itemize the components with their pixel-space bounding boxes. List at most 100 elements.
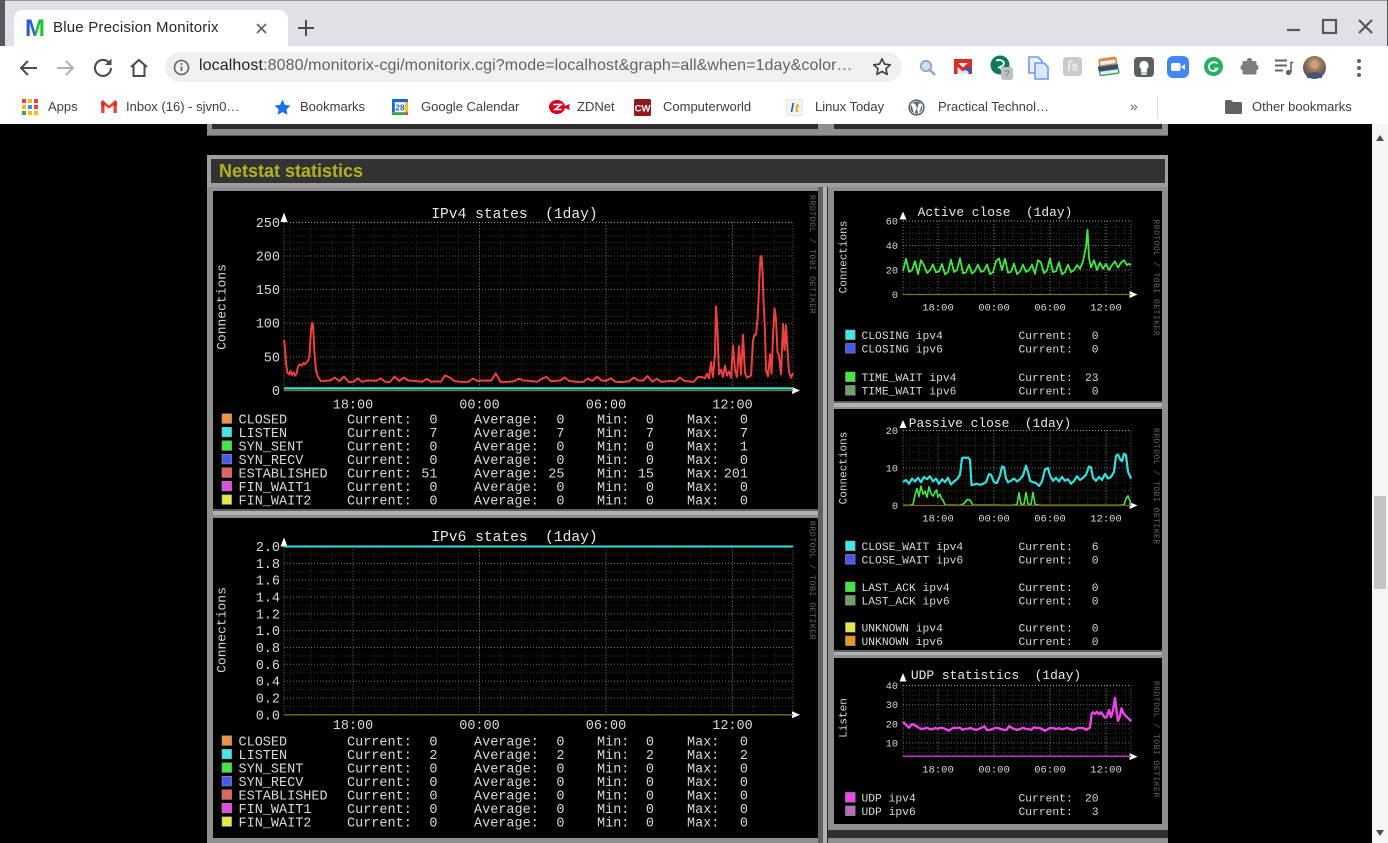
- svg-text:0: 0: [556, 495, 564, 510]
- svg-text:12:00: 12:00: [1090, 303, 1122, 315]
- svg-text:Current:: Current:: [347, 817, 412, 832]
- svg-text:0: 0: [892, 502, 898, 513]
- svg-text:Max:: Max:: [687, 495, 719, 510]
- svg-text:0.2: 0.2: [256, 692, 280, 707]
- svg-text:0.0: 0.0: [256, 709, 280, 724]
- svg-text:0: 0: [646, 495, 654, 510]
- svg-text:1.8: 1.8: [256, 558, 280, 573]
- svg-text:1.0: 1.0: [256, 625, 280, 640]
- svg-text:LAST_ACK ipv6: LAST_ACK ipv6: [862, 597, 950, 609]
- svg-text:IPv6 states (1day): IPv6 states (1day): [431, 530, 597, 546]
- svg-text:Listen: Listen: [839, 698, 851, 738]
- svg-text:CLOSE_WAIT ipv4: CLOSE_WAIT ipv4: [862, 542, 964, 554]
- svg-text:TIME_WAIT ipv6: TIME_WAIT ipv6: [862, 387, 957, 399]
- svg-text:30: 30: [886, 701, 898, 712]
- svg-text:Current:: Current:: [347, 495, 412, 510]
- svg-text:1.6: 1.6: [256, 575, 280, 590]
- svg-text:3: 3: [1092, 807, 1099, 819]
- svg-text:6: 6: [1092, 542, 1099, 554]
- svg-text:CLOSE_WAIT ipv6: CLOSE_WAIT ipv6: [862, 556, 964, 568]
- svg-text:18:00: 18:00: [922, 303, 954, 315]
- svg-text:UNKNOWN ipv6: UNKNOWN ipv6: [862, 637, 944, 649]
- svg-text:1.4: 1.4: [256, 591, 280, 606]
- svg-text:Average:: Average:: [474, 817, 539, 832]
- svg-text:Connections: Connections: [215, 264, 230, 350]
- svg-text:0: 0: [556, 817, 564, 832]
- svg-text:Current:: Current:: [1019, 345, 1073, 357]
- svg-text:1.2: 1.2: [256, 608, 280, 623]
- svg-text:0.8: 0.8: [256, 642, 280, 657]
- svg-text:00:00: 00:00: [978, 765, 1010, 777]
- svg-text:18:00: 18:00: [333, 719, 374, 734]
- svg-text:RRDTOOL / TOBI OETIKER: RRDTOOL / TOBI OETIKER: [1151, 428, 1160, 545]
- svg-text:100: 100: [256, 318, 280, 333]
- svg-text:2.0: 2.0: [256, 541, 280, 556]
- svg-text:RRDTOOL / TOBI OETIKER: RRDTOOL / TOBI OETIKER: [1151, 220, 1160, 337]
- svg-text:20: 20: [886, 427, 898, 438]
- svg-text:0: 0: [892, 291, 898, 302]
- svg-text:Current:: Current:: [1019, 807, 1073, 819]
- svg-text:Current:: Current:: [1019, 637, 1073, 649]
- svg-text:LAST_ACK ipv4: LAST_ACK ipv4: [862, 583, 950, 595]
- svg-text:Current:: Current:: [1019, 331, 1073, 343]
- svg-text:Current:: Current:: [1019, 597, 1073, 609]
- svg-text:0: 0: [429, 817, 437, 832]
- svg-text:UNKNOWN ipv4: UNKNOWN ipv4: [862, 624, 944, 636]
- svg-text:06:00: 06:00: [1034, 765, 1066, 777]
- svg-text:Current:: Current:: [1019, 373, 1073, 385]
- svg-text:Min:: Min:: [597, 817, 629, 832]
- svg-text:Min:: Min:: [597, 495, 629, 510]
- svg-text:RRDTOOL / TOBI OETIKER: RRDTOOL / TOBI OETIKER: [807, 195, 817, 314]
- svg-text:00:00: 00:00: [978, 303, 1010, 315]
- svg-text:0: 0: [429, 495, 437, 510]
- svg-text:0: 0: [1092, 387, 1099, 399]
- svg-text:60: 60: [886, 218, 898, 229]
- svg-text:12:00: 12:00: [712, 719, 753, 734]
- svg-text:06:00: 06:00: [1034, 303, 1066, 315]
- svg-text:00:00: 00:00: [978, 514, 1010, 526]
- svg-text:Active close (1day): Active close (1day): [918, 205, 1073, 220]
- svg-text:00:00: 00:00: [459, 399, 500, 414]
- svg-text:06:00: 06:00: [1034, 514, 1066, 526]
- svg-text:12:00: 12:00: [712, 399, 753, 414]
- svg-text:IPv4 states (1day): IPv4 states (1day): [431, 207, 597, 223]
- svg-text:UDP ipv6: UDP ipv6: [862, 807, 916, 819]
- svg-text:FIN_WAIT2: FIN_WAIT2: [239, 817, 312, 832]
- svg-text:20: 20: [1085, 794, 1099, 806]
- svg-text:Average:: Average:: [474, 495, 539, 510]
- svg-text:0.4: 0.4: [256, 676, 280, 691]
- svg-text:250: 250: [256, 217, 280, 232]
- svg-text:Connections: Connections: [839, 432, 851, 505]
- svg-text:0: 0: [1092, 624, 1099, 636]
- svg-text:TIME_WAIT ipv4: TIME_WAIT ipv4: [862, 373, 957, 385]
- svg-text:20: 20: [886, 267, 898, 278]
- svg-text:0: 0: [1092, 597, 1099, 609]
- svg-text:0: 0: [1092, 556, 1099, 568]
- svg-text:Connections: Connections: [839, 221, 851, 294]
- svg-text:12:00: 12:00: [1090, 514, 1122, 526]
- svg-text:40: 40: [886, 242, 898, 253]
- svg-text:RRDTOOL / TOBI OETIKER: RRDTOOL / TOBI OETIKER: [1151, 681, 1160, 798]
- svg-text:Current:: Current:: [1019, 794, 1073, 806]
- svg-text:0: 0: [1092, 637, 1099, 649]
- svg-text:Current:: Current:: [1019, 542, 1073, 554]
- svg-text:CLOSING ipv4: CLOSING ipv4: [862, 331, 944, 343]
- svg-text:Max:: Max:: [687, 817, 719, 832]
- svg-text:06:00: 06:00: [586, 719, 627, 734]
- svg-text:40: 40: [886, 682, 898, 693]
- svg-text:0: 0: [1092, 345, 1099, 357]
- svg-text:RRDTOOL / TOBI OETIKER: RRDTOOL / TOBI OETIKER: [807, 521, 817, 640]
- svg-text:FIN_WAIT2: FIN_WAIT2: [239, 495, 312, 510]
- svg-text:0: 0: [740, 817, 748, 832]
- svg-text:10: 10: [886, 740, 898, 751]
- svg-text:0: 0: [1092, 331, 1099, 343]
- svg-text:Passive close (1day): Passive close (1day): [909, 416, 1071, 431]
- svg-text:0: 0: [646, 817, 654, 832]
- svg-text:00:00: 00:00: [459, 719, 500, 734]
- svg-text:Connections: Connections: [215, 587, 230, 673]
- svg-text:23: 23: [1085, 373, 1099, 385]
- svg-text:50: 50: [264, 351, 280, 366]
- svg-text:12:00: 12:00: [1090, 765, 1122, 777]
- svg-text:Current:: Current:: [1019, 556, 1073, 568]
- svg-text:10: 10: [886, 465, 898, 476]
